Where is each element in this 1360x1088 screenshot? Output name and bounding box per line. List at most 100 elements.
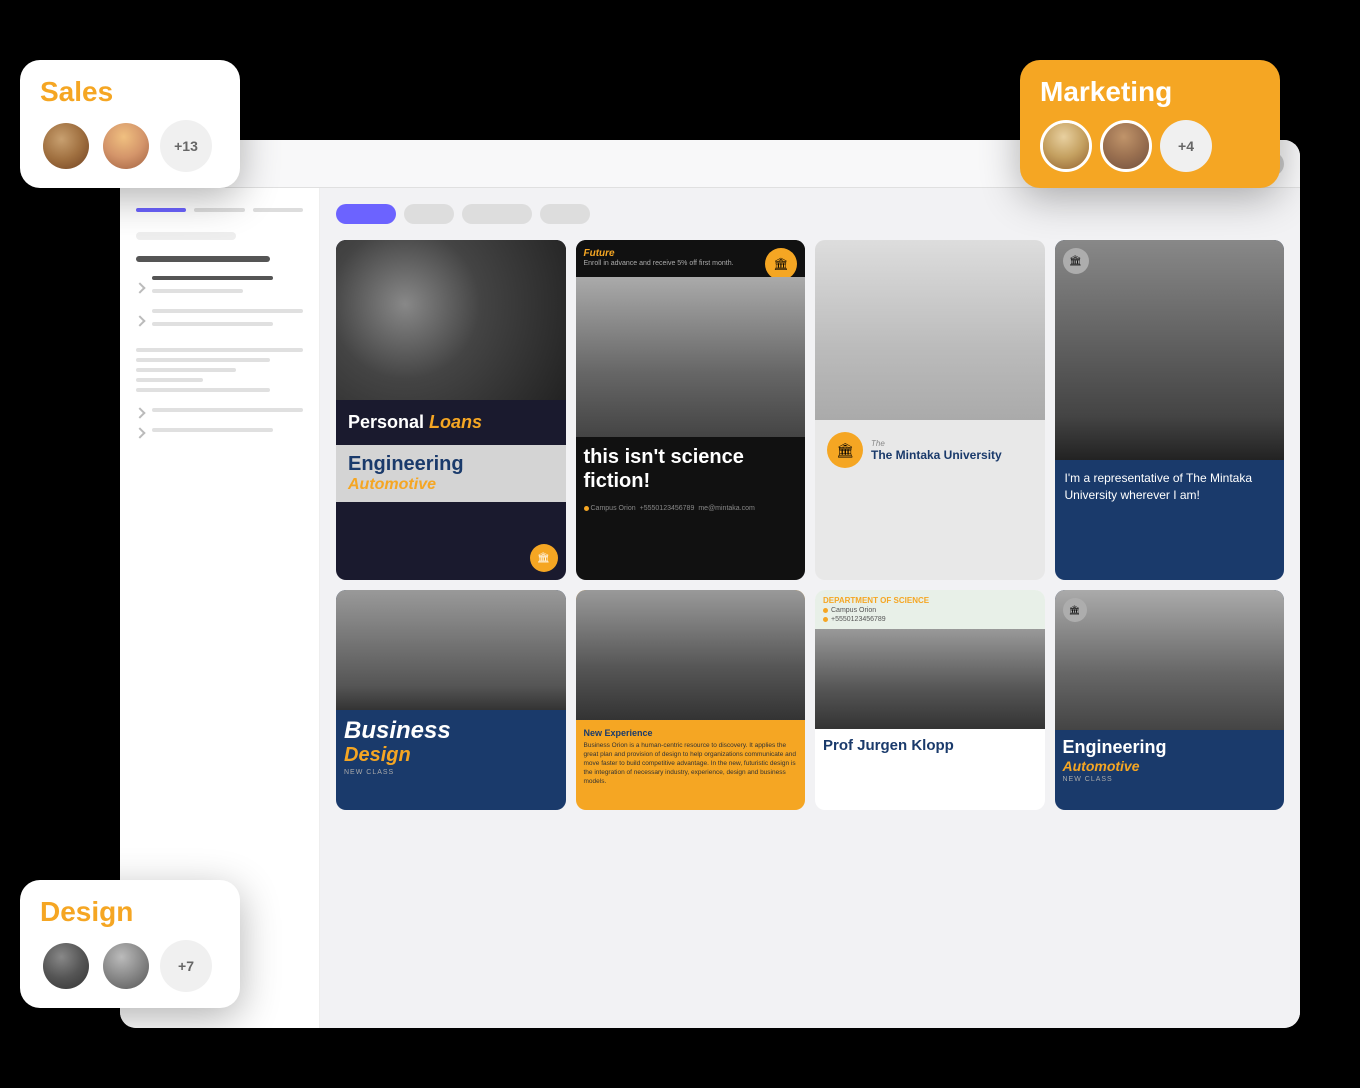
- avatar-6: [100, 940, 152, 992]
- campus-text: Campus Orion: [831, 607, 876, 614]
- filter-all[interactable]: [336, 204, 396, 224]
- automotive-new-title: Automotive: [1063, 758, 1277, 774]
- contact-campus: Campus Orion: [584, 505, 636, 512]
- line: [136, 368, 236, 372]
- hall-photo: [815, 240, 1045, 420]
- tab-inactive-2[interactable]: [253, 208, 303, 212]
- design-title: Design: [40, 896, 220, 928]
- card-science[interactable]: Future Enroll in advance and receive 5% …: [576, 240, 806, 580]
- card-business-design[interactable]: Business Design NEW CLASS: [336, 590, 566, 810]
- new-class-badge: NEW CLASS: [344, 769, 558, 776]
- card-representative[interactable]: 🏛 I'm a representative of The Mintaka Un…: [1055, 240, 1285, 580]
- card-2-footer: Campus Orion +5550123456789 me@mintaka.c…: [576, 501, 806, 520]
- automotive-title: Automotive: [348, 476, 554, 494]
- sidebar-header: [136, 256, 270, 262]
- card-experience[interactable]: New Experience Business Orion is a human…: [576, 590, 806, 810]
- hall-columns: [910, 240, 950, 420]
- contact-phone: +5550123456789: [640, 505, 695, 512]
- card-1-content: Personal Loans 🏛: [336, 400, 566, 445]
- university-content: 🏛 The The Mintaka University: [815, 420, 1045, 480]
- rep-badge: 🏛: [1063, 248, 1089, 274]
- sidebar-block-1: [136, 276, 303, 332]
- sales-count: +13: [160, 120, 212, 172]
- card-1-photo: [336, 240, 566, 400]
- card-university[interactable]: 🏛 The The Mintaka University: [815, 240, 1045, 580]
- phone-dot: [823, 617, 828, 622]
- campus-row: Campus Orion: [823, 607, 1037, 614]
- sidebar-item-3[interactable]: [136, 408, 303, 418]
- design-float-card: Design +7: [20, 880, 240, 1008]
- eng-badge: 🏛: [1063, 598, 1087, 622]
- filter-2[interactable]: [462, 204, 532, 224]
- filter-1[interactable]: [404, 204, 454, 224]
- sidebar-lines-4: [152, 428, 303, 438]
- card-personal-loans[interactable]: Personal Loans 🏛 Engineering Automotive: [336, 240, 566, 580]
- card-professor[interactable]: department of science Campus Orion +5550…: [815, 590, 1045, 810]
- marketing-avatars: +4: [1040, 120, 1260, 172]
- avatar-3: [1040, 120, 1092, 172]
- dept-text: department of science: [823, 596, 1037, 605]
- avatar-4: [1100, 120, 1152, 172]
- sidebar-search[interactable]: [136, 232, 236, 240]
- avatar-5: [40, 940, 92, 992]
- engineering-photo: 🏛: [1055, 590, 1285, 730]
- filter-3[interactable]: [540, 204, 590, 224]
- card-grid: Personal Loans 🏛 Engineering Automotive: [336, 240, 1284, 810]
- marketing-float-card: Marketing +4: [1020, 60, 1280, 188]
- sidebar-item-4[interactable]: [136, 428, 303, 438]
- line: [136, 388, 270, 392]
- hands-photo: [336, 240, 566, 400]
- engineering-content: Engineering Automotive NEW CLASS: [1055, 730, 1285, 791]
- marketing-title: Marketing: [1040, 76, 1260, 108]
- chevron-icon-2: [134, 315, 145, 326]
- design-title: Design: [344, 744, 558, 767]
- business-title: Business: [344, 718, 558, 744]
- design-avatars: +7: [40, 940, 220, 992]
- tab-active[interactable]: [136, 208, 186, 212]
- engineering-title: Engineering: [348, 453, 554, 476]
- sidebar-item-1[interactable]: [136, 276, 303, 299]
- card-2-desc: Enroll in advance and receive 5% off fir…: [584, 259, 755, 269]
- avatar-2: [100, 120, 152, 172]
- experience-content: New Experience Business Orion is a human…: [576, 720, 806, 794]
- business-content: Business Design NEW CLASS: [336, 710, 566, 784]
- marketing-count: +4: [1160, 120, 1212, 172]
- rocket-photo: [576, 277, 806, 437]
- experience-photo: [576, 590, 806, 720]
- sidebar-lines-3: [152, 408, 303, 418]
- line: [136, 348, 303, 352]
- chevron-icon-1: [134, 282, 145, 293]
- phone-row: +5550123456789: [823, 616, 1037, 623]
- dot-icon: [584, 506, 589, 511]
- engineering-new-title: Engineering: [1063, 738, 1277, 758]
- future-tag: Future: [584, 248, 798, 259]
- browser-window: Personal Loans 🏛 Engineering Automotive: [120, 140, 1300, 1028]
- new-class-tag: NEW CLASS: [1063, 776, 1277, 783]
- professor-photo: [815, 629, 1045, 729]
- university-tagline: The: [871, 439, 1002, 448]
- sport-photo: 🏛: [1055, 240, 1285, 460]
- professor-name: Prof Jurgen Klopp: [823, 737, 1037, 755]
- tab-inactive-1[interactable]: [194, 208, 244, 212]
- sidebar-block-2: [136, 348, 303, 392]
- phone-text: +5550123456789: [831, 616, 886, 623]
- card-1-engineering: Engineering Automotive: [336, 445, 566, 502]
- sales-float-card: Sales +13: [20, 60, 240, 188]
- chevron-icon-3: [134, 407, 145, 418]
- sidebar-item-2[interactable]: [136, 309, 303, 332]
- university-text: The The Mintaka University: [871, 439, 1002, 462]
- professor-content: Prof Jurgen Klopp: [815, 729, 1045, 763]
- design-count: +7: [160, 940, 212, 992]
- line: [152, 428, 273, 432]
- main-content: Personal Loans 🏛 Engineering Automotive: [320, 188, 1300, 1028]
- card-1-badge: 🏛: [530, 544, 558, 572]
- sidebar-block-3: [136, 408, 303, 438]
- sales-title: Sales: [40, 76, 220, 108]
- card-2-header: Future Enroll in advance and receive 5% …: [576, 240, 806, 277]
- business-photo: [336, 590, 566, 710]
- loans-title: Personal Loans: [348, 412, 554, 433]
- avatar-1: [40, 120, 92, 172]
- browser-content: Personal Loans 🏛 Engineering Automotive: [120, 188, 1300, 1028]
- card-engineering-new[interactable]: 🏛 Engineering Automotive NEW CLASS: [1055, 590, 1285, 810]
- line: [152, 322, 273, 326]
